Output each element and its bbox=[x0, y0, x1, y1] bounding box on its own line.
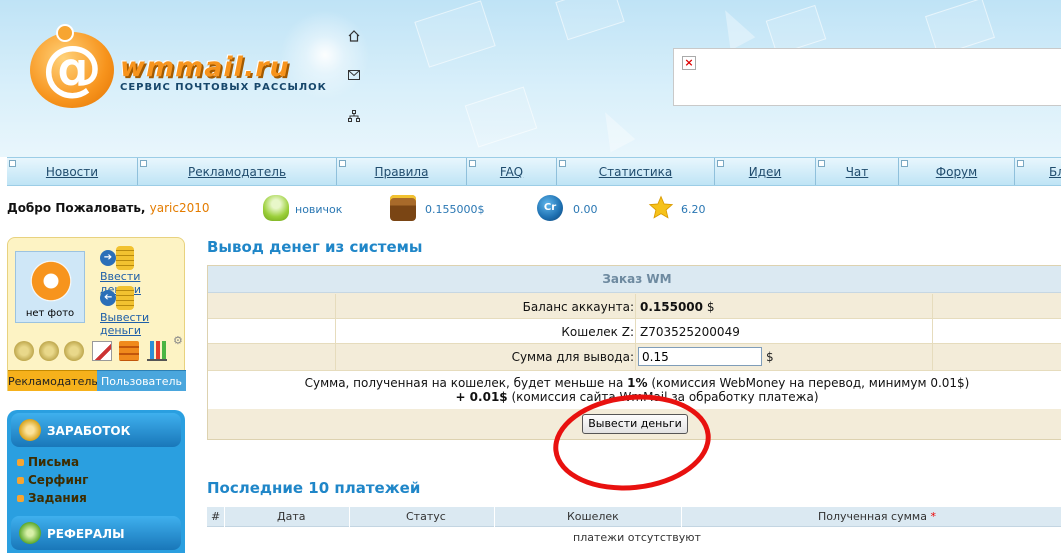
nav-item-news[interactable]: Новости bbox=[7, 158, 138, 185]
amount-label: Сумма для вывода: bbox=[511, 350, 634, 364]
amount-input[interactable] bbox=[638, 347, 762, 366]
mail-icon[interactable] bbox=[348, 70, 360, 83]
avatar-placeholder-icon bbox=[28, 258, 74, 304]
tab-advertiser[interactable]: Рекламодатель bbox=[8, 370, 98, 391]
nav-link[interactable]: Бл bbox=[1049, 165, 1061, 179]
credits-value: 0.00 bbox=[573, 203, 598, 216]
balance-row: Баланс аккаунта: 0.155000 $ bbox=[208, 294, 1061, 319]
credits-icon: Cr bbox=[537, 195, 563, 221]
withdraw-link[interactable]: Вывести деньги bbox=[100, 311, 184, 337]
amount-currency: $ bbox=[766, 350, 774, 364]
nav-marker-icon bbox=[1017, 160, 1024, 167]
nav-item-forum[interactable]: Форум bbox=[899, 158, 1015, 185]
column-header: Кошелек bbox=[567, 510, 619, 523]
avatar-caption: нет фото bbox=[25, 308, 75, 319]
medal-icon bbox=[14, 341, 34, 361]
menu-item-surfing[interactable]: Серфинг bbox=[17, 473, 88, 487]
nav-link[interactable]: Новости bbox=[7, 165, 137, 179]
site-header: @ wmmail.ru СЕРВИС ПОЧТОВЫХ РАССЫЛОК × bbox=[0, 0, 1061, 157]
nav-item-ideas[interactable]: Идеи bbox=[715, 158, 816, 185]
medal-icon bbox=[64, 341, 84, 361]
menu-section-earnings[interactable]: ЗАРАБОТОК bbox=[11, 413, 181, 447]
decor-envelope bbox=[414, 0, 496, 68]
nav-item-advertiser[interactable]: Рекламодатель bbox=[138, 158, 337, 185]
gear-icon[interactable]: ⚙ bbox=[173, 334, 183, 347]
nav-item-faq[interactable]: FAQ bbox=[467, 158, 557, 185]
balance-amount: 0.155000 $ bbox=[640, 300, 715, 314]
form-title: Заказ WM bbox=[208, 266, 1061, 293]
menu-section-referrals[interactable]: РЕФЕРАЛЫ bbox=[11, 516, 181, 550]
welcome-text: Добро Пожаловать, yaric2010 bbox=[7, 201, 210, 215]
logo-text[interactable]: wmmail.ru bbox=[120, 52, 290, 83]
ad-banner[interactable]: × bbox=[673, 48, 1061, 106]
nav-item-blog[interactable]: Бл bbox=[1015, 158, 1061, 185]
decor-envelope bbox=[555, 0, 625, 41]
balance-label: Баланс аккаунта: bbox=[522, 300, 634, 314]
tab-user[interactable]: Пользователь bbox=[97, 370, 186, 391]
balance-value: 0.155000$ bbox=[425, 203, 485, 216]
wallet-number: Z703525200049 bbox=[640, 325, 740, 339]
profile-panel: нет фото ➔ Ввести деньги ➔ Вывести деньг… bbox=[7, 237, 186, 391]
edit-note-icon[interactable] bbox=[92, 341, 112, 361]
deposit-coins-icon[interactable]: ➔ bbox=[100, 244, 134, 272]
column-header: Статус bbox=[406, 510, 446, 523]
avatar[interactable]: нет фото bbox=[15, 251, 85, 323]
nav-link[interactable]: Рекламодатель bbox=[138, 165, 336, 179]
page: @ wmmail.ru СЕРВИС ПОЧТОВЫХ РАССЫЛОК × Н… bbox=[0, 0, 1061, 553]
menu-item-letters[interactable]: Письма bbox=[17, 455, 79, 469]
decor-envelope bbox=[464, 86, 538, 148]
main-nav: Новости Рекламодатель Правила FAQ Статис… bbox=[7, 157, 1061, 186]
nav-item-rules[interactable]: Правила bbox=[337, 158, 467, 185]
nav-link[interactable]: FAQ bbox=[467, 165, 556, 179]
status-label: новичок bbox=[295, 203, 343, 216]
empty-message: платежи отсутствуют bbox=[573, 531, 701, 544]
menu-section-title: ЗАРАБОТОК bbox=[47, 424, 131, 438]
home-icon[interactable] bbox=[348, 30, 360, 45]
nav-link[interactable]: Статистика bbox=[557, 165, 714, 179]
rating-value: 6.20 bbox=[681, 203, 706, 216]
nav-link[interactable]: Идеи bbox=[715, 165, 815, 179]
logo-ball bbox=[56, 24, 74, 42]
column-header: Полученная сумма * bbox=[818, 510, 936, 523]
nav-link[interactable]: Чат bbox=[816, 165, 898, 179]
menu-item-label: Серфинг bbox=[28, 473, 89, 487]
bar-chart-icon[interactable] bbox=[147, 341, 167, 361]
nav-item-statistics[interactable]: Статистика bbox=[557, 158, 715, 185]
menu-section-title: РЕФЕРАЛЫ bbox=[47, 527, 125, 541]
wallet-label: Кошелек Z: bbox=[561, 325, 634, 339]
table-header: # Дата Статус Кошелек Полученная сумма * bbox=[207, 507, 1061, 527]
nav-item-chat[interactable]: Чат bbox=[816, 158, 899, 185]
username[interactable]: yaric2010 bbox=[150, 201, 210, 215]
referrals-icon bbox=[19, 522, 41, 544]
side-menu: ЗАРАБОТОК Письма Серфинг Задания РЕФЕРАЛ… bbox=[7, 410, 185, 553]
welcome-greeting: Добро Пожаловать, bbox=[7, 201, 146, 215]
sitemap-icon[interactable] bbox=[348, 110, 360, 125]
decor-cursor bbox=[712, 3, 756, 51]
nav-link[interactable]: Правила bbox=[337, 165, 466, 179]
column-header: Дата bbox=[277, 510, 306, 523]
amount-row: Сумма для вывода: $ bbox=[208, 344, 1061, 371]
payments-table: # Дата Статус Кошелек Полученная сумма *… bbox=[207, 507, 1061, 553]
nav-link[interactable]: Форум bbox=[899, 165, 1014, 179]
payments-title: Последние 10 платежей bbox=[207, 479, 421, 497]
logo-tagline: СЕРВИС ПОЧТОВЫХ РАССЫЛОК bbox=[120, 82, 327, 93]
logo-icon[interactable]: @ bbox=[30, 32, 114, 108]
withdraw-coins-icon[interactable]: ➔ bbox=[100, 284, 134, 312]
column-header: # bbox=[211, 510, 221, 523]
medal-icon bbox=[39, 341, 59, 361]
stack-icon[interactable] bbox=[119, 341, 139, 361]
wallet-row: Кошелек Z: Z703525200049 bbox=[208, 319, 1061, 344]
earnings-icon bbox=[19, 419, 41, 441]
novice-icon bbox=[263, 195, 289, 221]
menu-item-label: Задания bbox=[28, 491, 87, 505]
star-icon bbox=[648, 195, 674, 219]
menu-item-tasks[interactable]: Задания bbox=[17, 491, 87, 505]
decor-cursor bbox=[592, 105, 636, 153]
treasure-chest-icon bbox=[390, 195, 416, 221]
page-title: Вывод денег из системы bbox=[207, 238, 423, 256]
menu-item-label: Письма bbox=[28, 455, 80, 469]
broken-image-icon: × bbox=[682, 56, 696, 70]
